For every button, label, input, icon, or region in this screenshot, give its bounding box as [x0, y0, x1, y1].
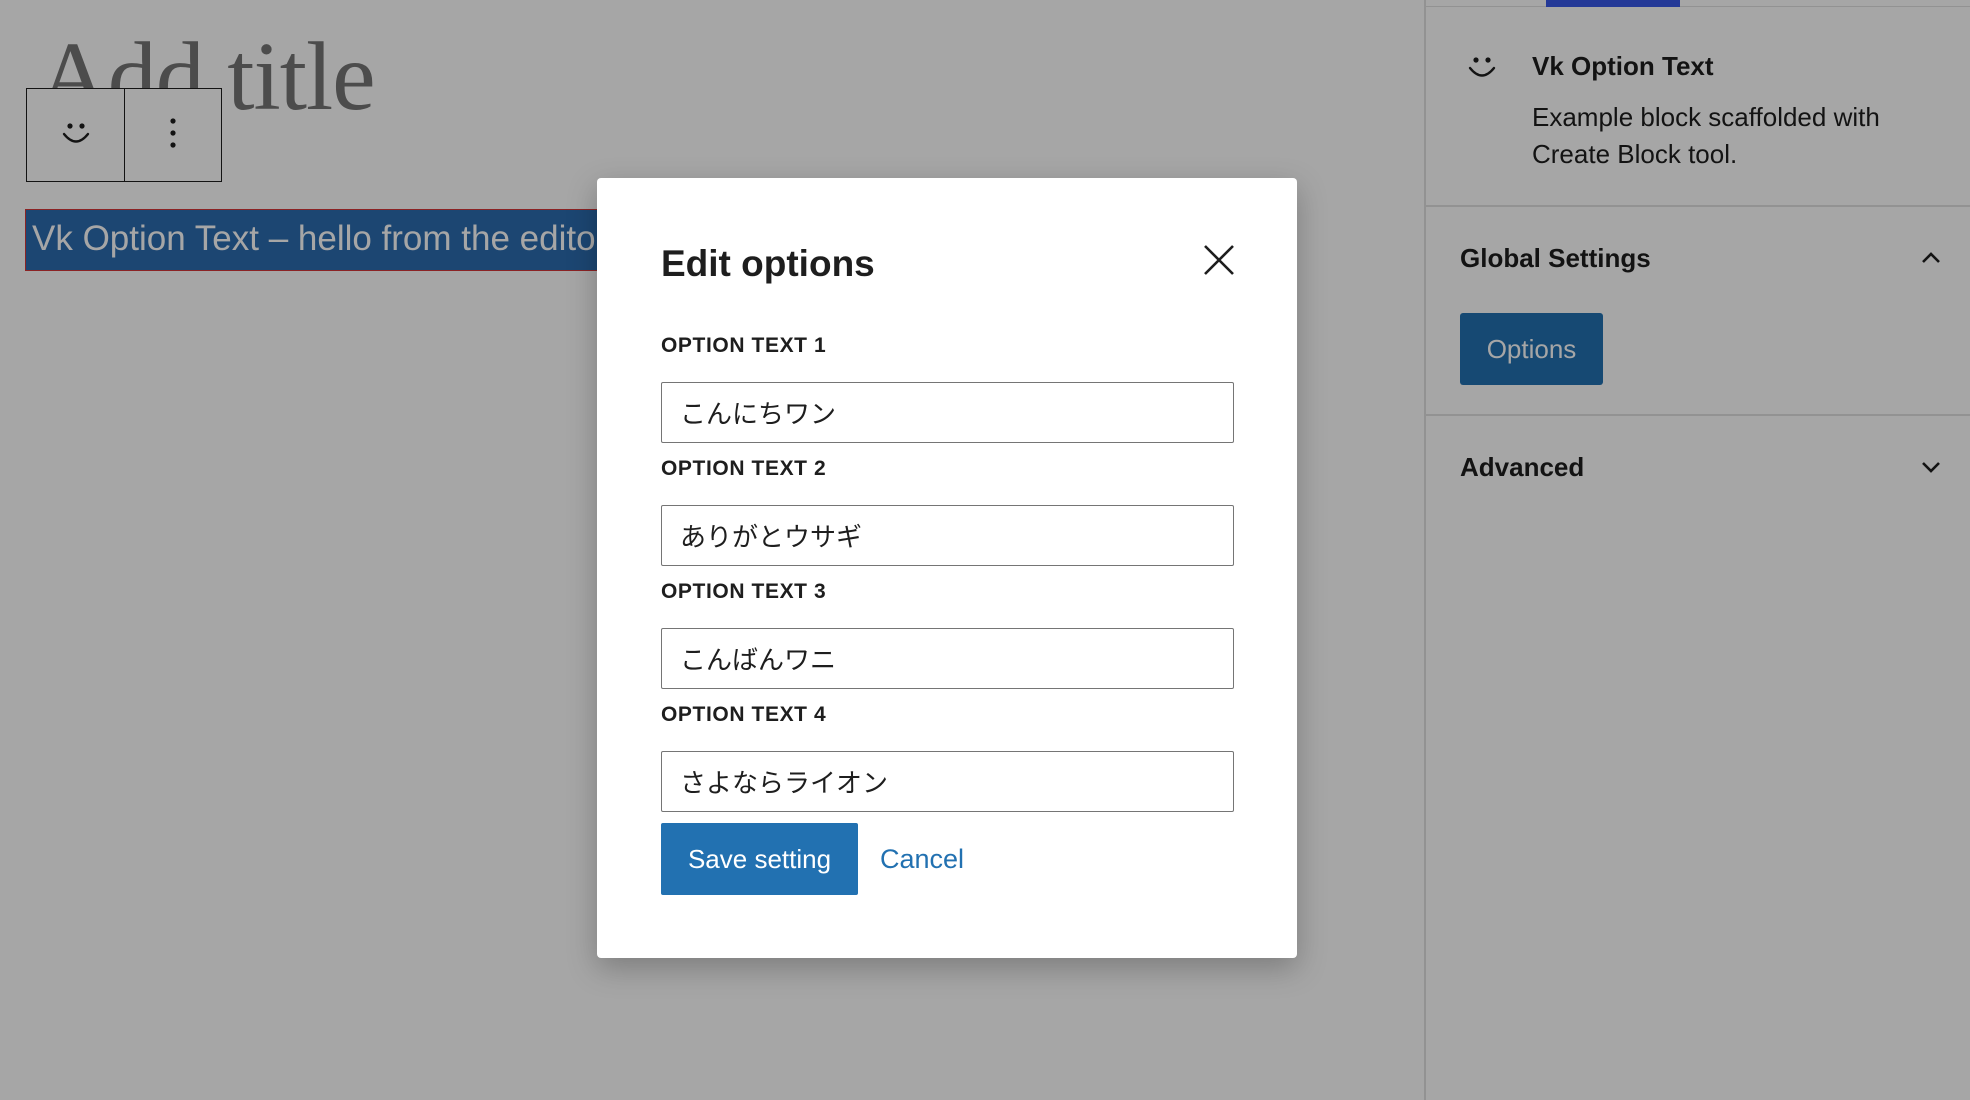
edit-options-modal: Edit options OPTION TEXT 1 OPTION TEXT 2… [597, 178, 1297, 958]
modal-title: Edit options [661, 243, 875, 284]
cancel-button[interactable]: Cancel [880, 823, 964, 895]
option-text-1-label: OPTION TEXT 1 [661, 334, 827, 357]
option-text-4-input[interactable] [661, 751, 1234, 812]
option-text-4-label: OPTION TEXT 4 [661, 703, 827, 726]
close-icon [1201, 242, 1237, 283]
save-setting-button[interactable]: Save setting [661, 823, 858, 895]
option-text-4-field: OPTION TEXT 4 [661, 703, 1234, 812]
option-text-2-label: OPTION TEXT 2 [661, 457, 827, 480]
option-text-1-input[interactable] [661, 382, 1234, 443]
option-text-3-input[interactable] [661, 628, 1234, 689]
close-button[interactable] [1197, 240, 1241, 284]
option-text-2-field: OPTION TEXT 2 [661, 457, 1234, 566]
option-text-3-label: OPTION TEXT 3 [661, 580, 827, 603]
option-text-3-field: OPTION TEXT 3 [661, 580, 1234, 689]
option-text-2-input[interactable] [661, 505, 1234, 566]
option-text-1-field: OPTION TEXT 1 [661, 334, 1234, 443]
